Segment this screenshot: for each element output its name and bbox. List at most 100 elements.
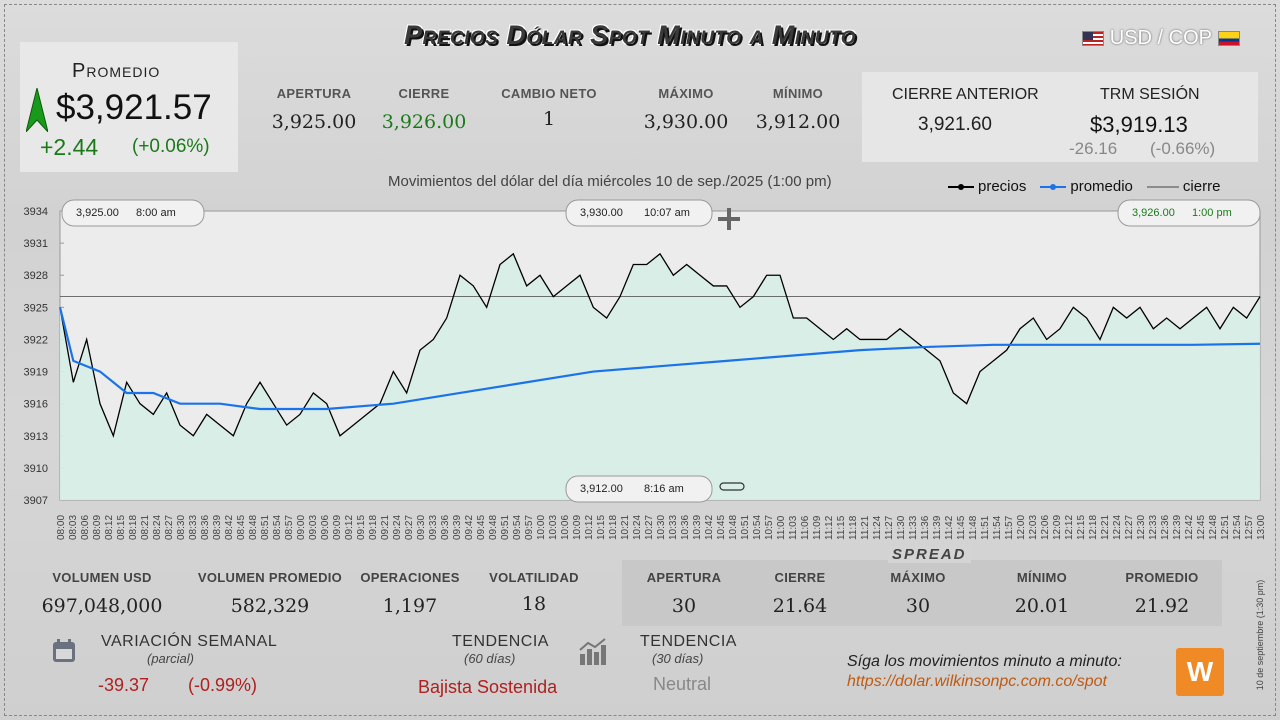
x-tick-label: 08:54 [272,515,283,540]
x-tick-label: 11:45 [956,515,967,540]
x-tick-label: 12:27 [1124,515,1135,540]
x-tick-label: 12:42 [1184,515,1195,540]
stat-label: OPERACIONES [360,570,460,585]
stat-value: 3,925.00 [271,111,357,133]
x-tick-label: 09:42 [464,515,475,540]
x-tick-label: 11:06 [800,515,811,540]
x-tick-label: 08:30 [176,515,187,540]
x-tick-label: 08:21 [140,515,151,540]
stat-label: MÍNIMO [1016,570,1068,585]
spread-cierre: CIERRE 21.64 [752,570,848,617]
x-tick-label: 10:36 [680,515,691,540]
x-tick-label: 09:45 [476,515,487,540]
open-callout-price: 3,925.00 [76,207,119,219]
x-tick-label: 09:54 [512,515,523,540]
x-tick-label: 11:03 [788,515,799,540]
x-tick-label: 12:03 [1028,515,1039,540]
variacion-label: VARIACIÓN SEMANAL [101,633,278,650]
variacion-value: -39.37 [98,675,150,695]
page-title: Precios Dólar Spot Minuto a Minuto [404,20,856,50]
stat-value: 30 [671,595,697,617]
x-tick-label: 11:57 [1004,515,1015,540]
trm-change: -26.16 [1069,139,1118,158]
x-tick-label: 11:54 [992,515,1003,540]
legend-promedio[interactable]: promedio [1040,178,1133,195]
price-chart[interactable]: 3934 3931 3928 3925 3922 3919 3916 3913 3910 3907… [0,196,1280,546]
x-tick-label: 11:51 [980,515,991,540]
x-tick-label: 12:48 [1208,515,1219,540]
promedio-label: Promedio [72,60,161,82]
legend-label: promedio [1070,178,1133,195]
x-tick-label: 08:42 [224,515,235,540]
up-arrow-icon [26,88,48,132]
x-tick-label: 10:06 [560,515,571,540]
bar-chart-icon [579,638,606,665]
tendencia30-label: TENDENCIA [640,633,737,650]
x-tick-label: 12:21 [1100,515,1111,540]
x-tick-label: 09:15 [356,515,367,540]
x-tick-label: 10:21 [620,515,631,540]
stat-label: APERTURA [276,86,352,101]
x-tick-label: 08:03 [68,515,79,540]
max-callout-time: 10:07 am [644,207,690,219]
x-tick-label: 11:48 [968,515,979,540]
x-tick-label: 08:00 [56,515,67,540]
x-tick-label: 09:33 [428,515,439,540]
promedio-panel: Promedio $3,921.57 +2.44 (+0.06%) [20,42,238,172]
stat-label: CAMBIO NETO [501,86,597,101]
currency-pair[interactable]: USD / COP [1081,27,1240,50]
x-tick-label: 09:39 [452,515,463,540]
close-callout-price: 3,926.00 [1132,207,1175,219]
x-tick-label: 11:00 [776,515,787,540]
wilkinson-logo-icon[interactable]: W [1176,648,1224,696]
y-tick-label: 3907 [24,495,48,507]
x-tick-label: 08:36 [200,515,211,540]
stat-volatilidad: VOLATILIDAD 18 [484,570,584,615]
legend-cierre[interactable]: cierre [1146,178,1220,195]
x-tick-label: 08:09 [92,515,103,540]
stat-label: VOLUMEN PROMEDIO [197,570,343,585]
x-tick-label: 09:48 [488,515,499,540]
x-tick-label: 08:27 [164,515,175,540]
min-callout-price: 3,912.00 [580,483,623,495]
chart-legend: precios promedio cierre [948,178,1220,195]
x-tick-label: 10:33 [668,515,679,540]
x-tick-label: 11:24 [872,515,883,540]
colombia-flag-icon [1218,31,1240,46]
cierre-anterior-panel: CIERRE ANTERIOR 3,921.60 TRM SESIÓN $3,9… [862,72,1258,162]
stat-value: 697,048,000 [41,595,163,617]
open-callout-time: 8:00 am [136,207,176,219]
stat-value: 21.92 [1134,595,1190,617]
x-tick-label: 11:39 [932,515,943,540]
promedio-value: $3,921.57 [56,88,212,127]
spread-maximo: MÁXIMO 30 [870,570,966,617]
stat-cambio-neto: CAMBIO NETO 1 [494,86,604,130]
y-tick-label: 3919 [24,367,48,379]
stat-value: 1,197 [382,595,438,617]
x-tick-label: 12:36 [1160,515,1171,540]
variacion-sub: (parcial) [147,651,194,666]
x-tick-label: 11:18 [848,515,859,540]
stat-label: MÁXIMO [658,86,714,101]
x-tick-label: 10:51 [740,515,751,540]
x-tick-label: 10:12 [584,515,595,540]
x-tick-label: 09:21 [380,515,391,540]
x-tick-label: 11:36 [920,515,931,540]
cierre-anterior-value: 3,921.60 [918,114,992,135]
legend-precios[interactable]: precios [948,178,1026,195]
x-tick-label: 11:30 [896,515,907,540]
x-tick-label: 11:15 [836,515,847,540]
stat-value: 1 [542,108,556,130]
x-tick-label: 09:24 [392,515,403,540]
stat-value: 21.64 [772,595,828,617]
stat-label: VOLATILIDAD [489,570,579,585]
vertical-note: 10 de septiembre (1:30 pm) [1250,575,1265,700]
x-tick-label: 12:00 [1016,515,1027,540]
follow-url-link[interactable]: https://dolar.wilkinsonpc.com.co/spot [847,673,1107,691]
x-tick-label: 11:27 [884,515,895,540]
x-tick-label: 10:42 [704,515,715,540]
vertical-note-text: 10 de septiembre (1:30 pm) [1255,579,1265,691]
min-callout-time: 8:16 am [644,483,684,495]
stat-apertura: APERTURA 3,925.00 [262,86,366,133]
promedio-change-pct: (+0.06%) [132,136,210,157]
